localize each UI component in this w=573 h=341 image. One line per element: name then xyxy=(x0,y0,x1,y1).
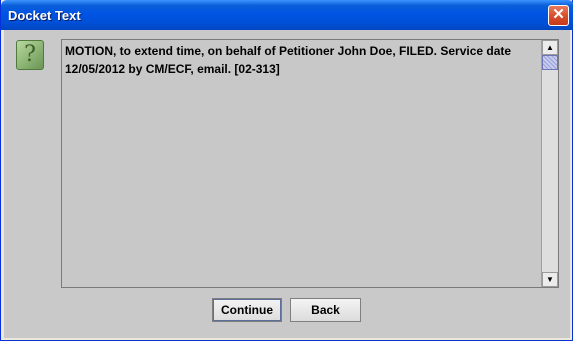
dialog-body: ? MOTION, to extend time, on behalf of P… xyxy=(4,30,570,338)
close-button[interactable]: ✕ xyxy=(548,5,569,26)
docket-text-content: MOTION, to extend time, on behalf of Pet… xyxy=(65,44,512,76)
arrow-down-icon: ▼ xyxy=(546,275,554,284)
help-question-icon: ? xyxy=(16,40,44,70)
docket-text-dialog: Docket Text ✕ ? MOTION, to extend time, … xyxy=(0,0,573,341)
docket-text-area[interactable]: MOTION, to extend time, on behalf of Pet… xyxy=(61,39,559,288)
window-title: Docket Text xyxy=(8,8,81,23)
close-icon: ✕ xyxy=(552,6,565,23)
continue-button[interactable]: Continue xyxy=(212,298,282,322)
scroll-up-button[interactable]: ▲ xyxy=(542,40,558,55)
scroll-down-button[interactable]: ▼ xyxy=(542,272,558,287)
arrow-up-icon: ▲ xyxy=(546,43,554,52)
scroll-thumb[interactable] xyxy=(542,55,558,70)
back-button[interactable]: Back xyxy=(290,298,361,322)
title-bar[interactable]: Docket Text ✕ xyxy=(1,0,573,30)
vertical-scrollbar[interactable]: ▲ ▼ xyxy=(541,40,558,287)
